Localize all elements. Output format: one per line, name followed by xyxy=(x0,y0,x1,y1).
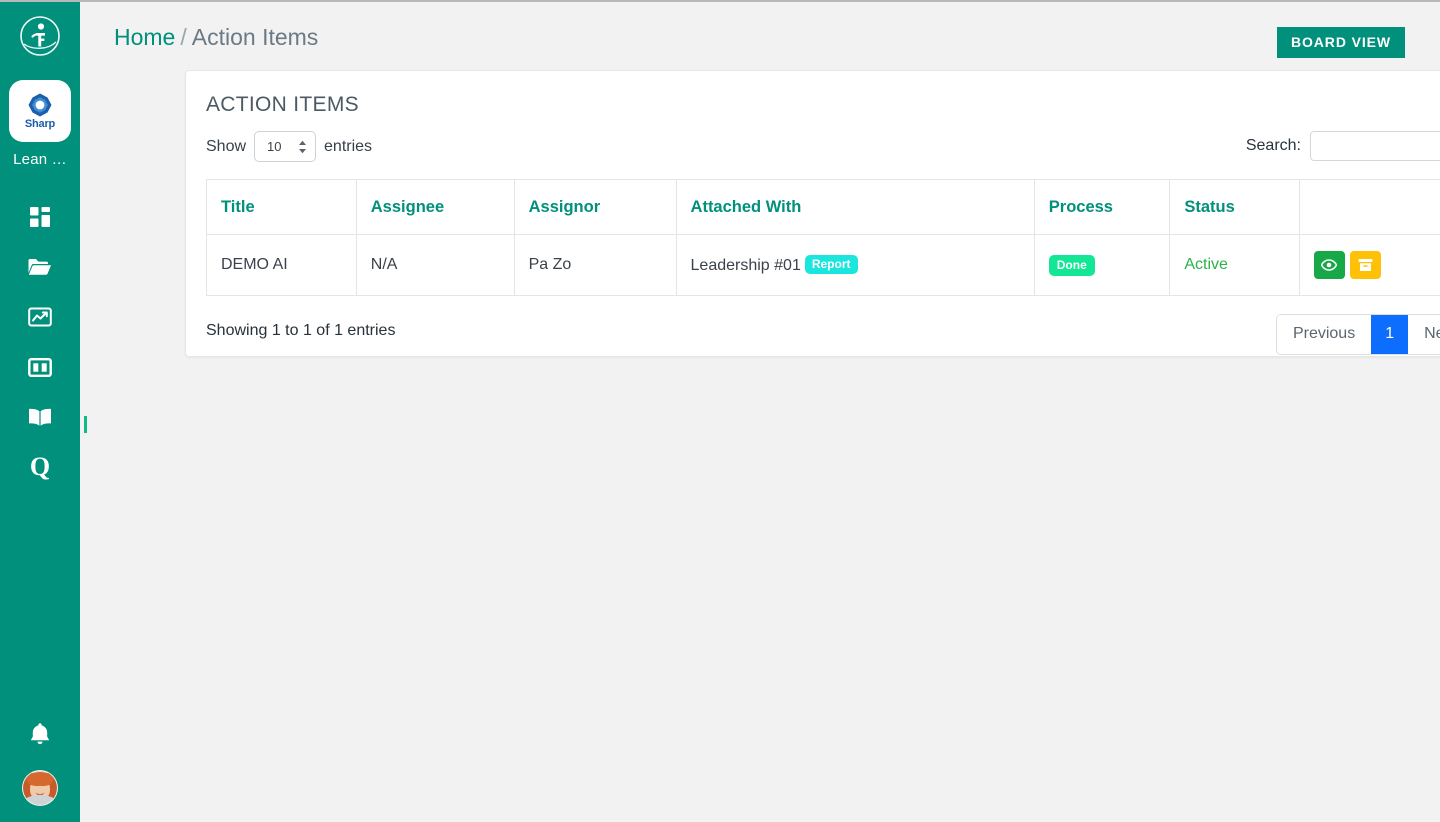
sidebar-item-analytics[interactable] xyxy=(0,292,80,342)
pagination-previous[interactable]: Previous xyxy=(1276,315,1372,355)
status-badge: Active xyxy=(1184,256,1228,273)
dashboard-grid-icon xyxy=(28,205,52,229)
show-label: Show xyxy=(206,137,247,155)
archive-box-icon xyxy=(1358,258,1373,272)
pagination: Previous 1 Next xyxy=(1275,314,1440,356)
sidebar-item-dashboard[interactable] xyxy=(0,192,80,242)
q-letter-icon: Q xyxy=(29,452,51,481)
column-header-attached-with[interactable]: Attached With xyxy=(675,179,1035,235)
sidebar-item-quality[interactable]: Q xyxy=(0,442,80,492)
column-header-actions xyxy=(1298,179,1440,235)
page-header: Home / Action Items BOARD VIEW xyxy=(80,2,1440,70)
sidebar-item-columns[interactable] xyxy=(0,342,80,392)
book-icon xyxy=(27,406,53,428)
table-header-row: Title Assignee Assignor Attached With Pr… xyxy=(206,179,1440,235)
search-label: Search: xyxy=(1245,137,1301,154)
action-items-table: Title Assignee Assignor Attached With Pr… xyxy=(206,179,1440,296)
action-items-card: ACTION ITEMS Show 102550100 entries xyxy=(185,70,1440,357)
column-header-status[interactable]: Status xyxy=(1169,179,1300,235)
pagination-next[interactable]: Next xyxy=(1408,315,1440,355)
breadcrumb: Home / Action Items xyxy=(114,24,318,51)
active-app-tile[interactable]: Sharp Lean … xyxy=(0,80,80,168)
columns-icon xyxy=(28,357,52,378)
sharp-octagon-icon xyxy=(27,92,53,118)
table-controls: Show 102550100 entries Search: xyxy=(206,131,1440,177)
folder-icon xyxy=(27,255,53,279)
table-body: DEMO AI N/A Pa Zo Leadership #01 Report D… xyxy=(206,234,1440,296)
entries-info: Showing 1 to 1 of 1 entries xyxy=(206,322,396,339)
page-length-control: Show 102550100 entries xyxy=(206,131,372,162)
breadcrumb-current: Action Items xyxy=(191,24,319,50)
view-button[interactable] xyxy=(1313,251,1345,279)
avatar[interactable] xyxy=(22,770,58,806)
line-chart-icon xyxy=(28,306,52,328)
sidebar-item-folder[interactable] xyxy=(0,242,80,292)
entries-label: entries xyxy=(324,137,373,155)
cell-process: Done xyxy=(1033,234,1171,296)
board-view-button[interactable]: BOARD VIEW xyxy=(1277,27,1405,58)
column-header-process[interactable]: Process xyxy=(1033,179,1171,235)
app-window: Sharp Lean … Q Home / Action Items BOARD… xyxy=(0,0,1440,822)
sidebar-item-library[interactable] xyxy=(0,392,80,442)
cell-status: Active xyxy=(1169,234,1300,296)
column-header-assignor[interactable]: Assignor xyxy=(513,179,677,235)
eye-icon xyxy=(1321,259,1338,271)
process-status-badge: Done xyxy=(1048,254,1095,276)
column-header-assignee[interactable]: Assignee xyxy=(355,179,515,235)
pagination-page-1[interactable]: 1 xyxy=(1371,315,1409,355)
search-control: Search: xyxy=(1246,131,1440,161)
cell-attached-with: Leadership #01 Report xyxy=(675,234,1035,296)
archive-button[interactable] xyxy=(1349,251,1381,279)
brand-logo[interactable] xyxy=(16,12,64,60)
table-row[interactable]: DEMO AI N/A Pa Zo Leadership #01 Report D… xyxy=(206,234,1440,296)
breadcrumb-separator: / xyxy=(180,24,187,50)
report-badge: Report xyxy=(804,255,858,274)
column-header-title[interactable]: Title xyxy=(206,179,357,235)
page-title: ACTION ITEMS xyxy=(206,93,359,116)
breadcrumb-home[interactable]: Home xyxy=(114,24,175,50)
bell-icon[interactable] xyxy=(28,721,52,752)
sharp-mark-label: Sharp xyxy=(24,118,56,130)
table-footer: Showing 1 to 1 of 1 entries Previous 1 N… xyxy=(206,308,1440,368)
text-cursor-artifact xyxy=(84,416,87,433)
active-app-name: Lean … xyxy=(13,151,67,168)
sharp-app-tile[interactable]: Sharp xyxy=(9,80,71,142)
entries-per-page-select[interactable]: 102550100 xyxy=(254,131,317,162)
table-head: Title Assignee Assignor Attached With Pr… xyxy=(206,179,1440,235)
cell-actions xyxy=(1298,234,1440,296)
search-input[interactable] xyxy=(1310,131,1440,161)
cell-title: DEMO AI xyxy=(206,234,357,296)
attached-with-text: Leadership #01 xyxy=(690,257,801,274)
sidebar-nav: Q xyxy=(0,192,80,492)
cell-assignee: N/A xyxy=(355,234,515,296)
sidebar: Sharp Lean … Q xyxy=(0,2,80,822)
sidebar-bottom xyxy=(0,721,80,806)
cell-assignor: Pa Zo xyxy=(513,234,677,296)
